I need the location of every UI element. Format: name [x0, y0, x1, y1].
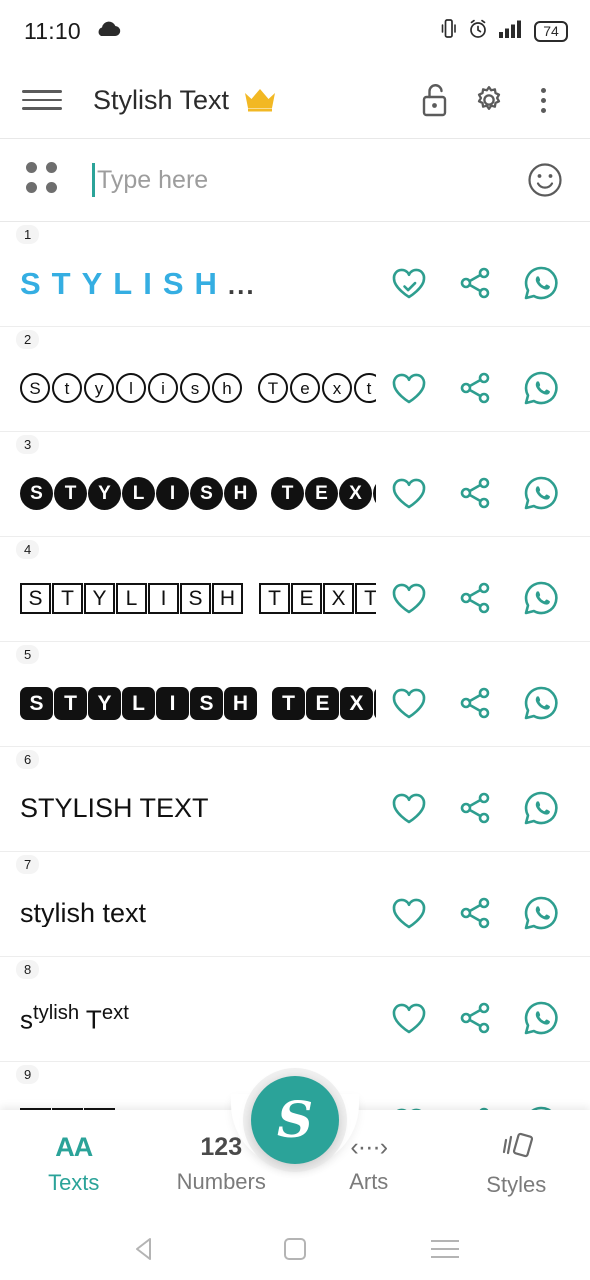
status-bar-left: 11:10	[24, 18, 121, 45]
favorite-button[interactable]	[376, 895, 442, 931]
row-number: 6	[16, 750, 40, 769]
list-item[interactable]: 4 STYLISHTEXT	[0, 537, 590, 642]
three-dot-menu-icon[interactable]	[516, 87, 570, 113]
truncation-ellipsis: ...	[227, 269, 256, 299]
ascii-arts-icon: ‹···›	[350, 1133, 388, 1161]
aa-letters-icon: AA	[55, 1132, 93, 1162]
bottom-navigation: AA Texts 123 Numbers ‹···› Arts Styles S	[0, 1068, 590, 1218]
tab-arts-label: Arts	[349, 1169, 389, 1194]
row-actions	[376, 474, 590, 512]
battery-indicator: 74	[534, 20, 568, 42]
gear-icon[interactable]	[462, 83, 516, 117]
vibrate-icon	[440, 18, 457, 44]
whatsapp-button[interactable]	[508, 999, 574, 1037]
search-input[interactable]: Type here	[92, 157, 522, 203]
tab-texts-label: Texts	[48, 1170, 100, 1195]
page-title: Stylish Text	[93, 84, 230, 115]
favorite-button[interactable]	[376, 580, 442, 616]
row-number: 1	[16, 225, 40, 244]
whatsapp-button[interactable]	[508, 474, 574, 512]
app-bar: Stylish Text	[0, 62, 590, 138]
styled-text-preview[interactable]: stylish text	[0, 900, 376, 927]
crown-icon[interactable]	[243, 87, 277, 113]
cloud-icon	[95, 20, 121, 43]
list-item[interactable]: 3 STYLISHTEXT	[0, 432, 590, 537]
alarm-icon	[468, 19, 488, 44]
list-item[interactable]: 5 STYLISHTEXT	[0, 642, 590, 747]
share-button[interactable]	[442, 370, 508, 406]
back-triangle-icon[interactable]	[115, 1235, 175, 1263]
list-item[interactable]: 8 stylish Text	[0, 957, 590, 1062]
tab-numbers-label: Numbers	[176, 1169, 266, 1194]
grid-dots-icon[interactable]	[26, 162, 66, 198]
share-button[interactable]	[442, 580, 508, 616]
whatsapp-button[interactable]	[508, 369, 574, 407]
status-bar: 11:10 74	[0, 0, 590, 62]
list-item[interactable]: 6 STYLISH TEXT	[0, 747, 590, 852]
row-actions	[376, 369, 590, 407]
script-s-logo-icon[interactable]: S	[251, 1076, 339, 1164]
styled-text-preview[interactable]: StylishText	[0, 373, 376, 403]
styles-cards-icon	[499, 1130, 534, 1165]
text-cursor	[92, 163, 95, 197]
android-navigation-bar	[0, 1218, 590, 1280]
status-time: 11:10	[24, 17, 81, 44]
signal-bars-icon	[499, 20, 523, 43]
favorite-button[interactable]	[376, 370, 442, 406]
whatsapp-button[interactable]	[508, 579, 574, 617]
share-button[interactable]	[442, 1000, 508, 1036]
whatsapp-button[interactable]	[508, 684, 574, 722]
favorite-button[interactable]	[376, 475, 442, 511]
row-actions	[376, 264, 590, 302]
list-item[interactable]: 1 STYLISH...	[0, 222, 590, 327]
hamburger-menu-icon[interactable]	[22, 90, 62, 110]
whatsapp-button[interactable]	[508, 894, 574, 932]
share-button[interactable]	[442, 895, 508, 931]
home-square-icon[interactable]	[265, 1236, 325, 1262]
tab-styles[interactable]: Styles	[443, 1130, 590, 1198]
styled-text-preview[interactable]: STYLISHTEXT	[0, 582, 376, 614]
input-placeholder: Type here	[97, 165, 209, 194]
whatsapp-button[interactable]	[508, 789, 574, 827]
tab-texts[interactable]: AA Texts	[0, 1132, 148, 1196]
styled-text-preview[interactable]: STYLISHTEXT	[0, 476, 376, 510]
row-number: 8	[16, 960, 40, 979]
share-button[interactable]	[442, 265, 508, 301]
emoji-smiley-icon[interactable]	[522, 160, 568, 200]
list-item[interactable]: 2 StylishText	[0, 327, 590, 432]
fab-glyph: S	[276, 1090, 314, 1149]
share-button[interactable]	[442, 790, 508, 826]
list-item[interactable]: 7 stylish text	[0, 852, 590, 957]
share-button[interactable]	[442, 685, 508, 721]
row-actions	[376, 684, 590, 722]
row-actions	[376, 579, 590, 617]
tab-styles-label: Styles	[486, 1172, 547, 1197]
row-number: 4	[16, 540, 40, 559]
row-actions	[376, 789, 590, 827]
share-button[interactable]	[442, 475, 508, 511]
numbers-123-icon: 123	[200, 1133, 243, 1161]
row-number: 3	[16, 435, 40, 454]
row-number: 9	[16, 1065, 40, 1084]
recents-menu-icon[interactable]	[415, 1240, 475, 1258]
favorite-button[interactable]	[376, 265, 442, 301]
unlocked-padlock-icon[interactable]	[408, 82, 462, 118]
favorite-button[interactable]	[376, 1000, 442, 1036]
status-bar-right: 74	[440, 18, 568, 44]
row-number: 5	[16, 645, 40, 664]
styled-text-preview[interactable]: STYLISH...	[0, 268, 376, 299]
row-number: 2	[16, 330, 40, 349]
text-input-row: Type here	[0, 139, 590, 221]
row-number: 7	[16, 855, 40, 874]
styled-text-preview[interactable]: STYLISHTEXT	[0, 686, 376, 720]
favorite-button[interactable]	[376, 685, 442, 721]
styled-text-preview[interactable]: stylish Text	[0, 1003, 376, 1033]
whatsapp-button[interactable]	[508, 264, 574, 302]
styled-text-preview[interactable]: STYLISH TEXT	[0, 795, 376, 822]
row-actions	[376, 999, 590, 1037]
row-actions	[376, 894, 590, 932]
favorite-button[interactable]	[376, 790, 442, 826]
styled-text-value: STYLISH	[20, 267, 228, 299]
